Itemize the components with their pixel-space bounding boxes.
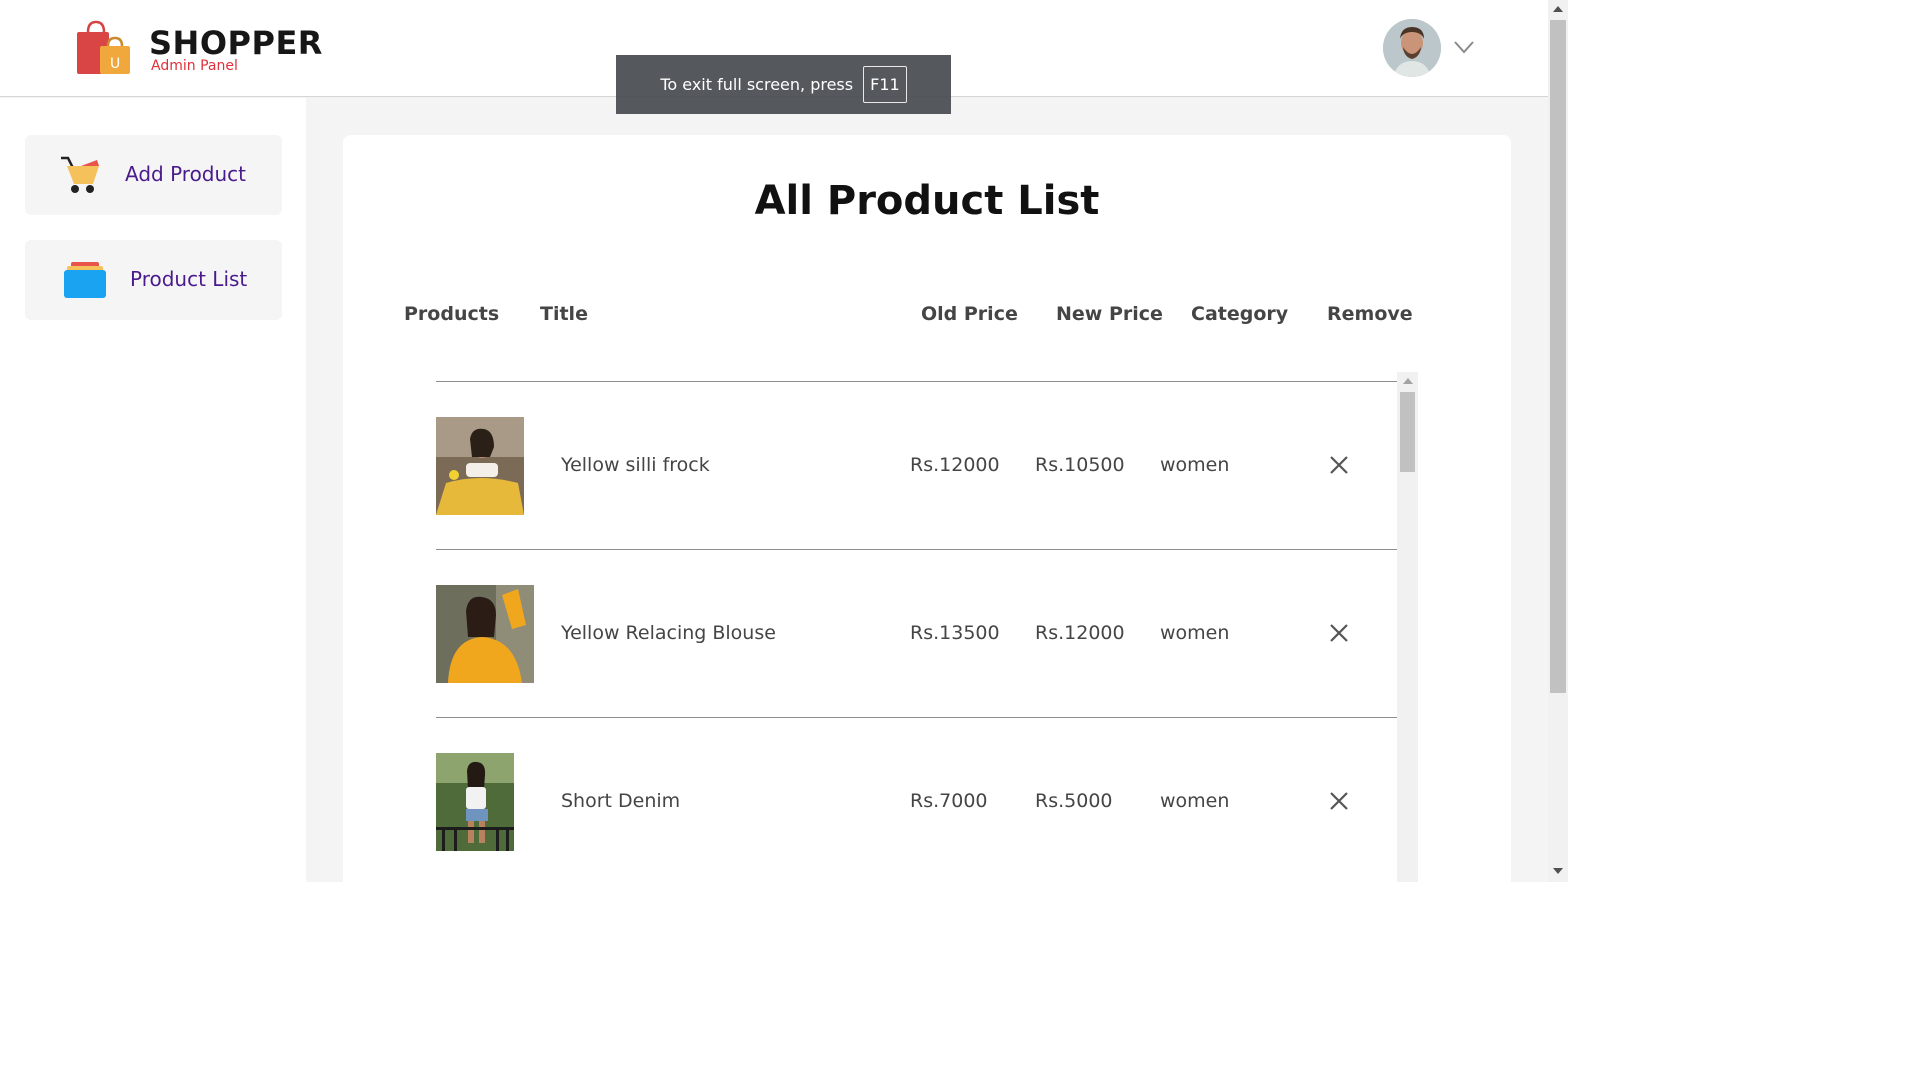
list-stack-icon — [64, 262, 106, 298]
scroll-up-arrow-icon[interactable] — [1553, 6, 1563, 12]
product-category: women — [1160, 454, 1230, 476]
product-new-price: Rs.5000 — [1035, 790, 1113, 812]
close-icon[interactable] — [1328, 454, 1350, 476]
product-image — [436, 585, 534, 683]
product-category: women — [1160, 622, 1230, 644]
column-header-old-price: Old Price — [921, 303, 1018, 325]
product-image — [436, 417, 524, 515]
sidebar-item-label: Add Product — [125, 162, 247, 186]
page-scrollbar[interactable] — [1548, 0, 1568, 882]
scroll-up-arrow-icon[interactable] — [1403, 378, 1413, 384]
close-icon[interactable] — [1328, 622, 1350, 644]
product-new-price: Rs.12000 — [1035, 622, 1125, 644]
table-row: Short Denim Rs.7000 Rs.5000 women — [436, 717, 1397, 882]
shopping-bag-logo-icon: U — [77, 20, 130, 74]
product-list[interactable]: Yellow silli frock Rs.12000 Rs.10500 wom… — [436, 372, 1418, 882]
product-image — [436, 753, 514, 851]
table-row: Yellow silli frock Rs.12000 Rs.10500 wom… — [436, 381, 1397, 549]
product-old-price: Rs.7000 — [910, 790, 988, 812]
product-thumbnail-icon — [436, 417, 524, 515]
product-old-price: Rs.12000 — [910, 454, 1000, 476]
product-thumbnail-icon — [436, 585, 534, 683]
sidebar-item-add-product[interactable]: Add Product — [25, 135, 282, 215]
product-title: Short Denim — [561, 790, 681, 812]
brand-title: SHOPPER — [149, 24, 323, 62]
product-title: Yellow silli frock — [561, 454, 710, 476]
avatar-icon — [1383, 19, 1441, 77]
product-thumbnail-icon — [436, 753, 514, 851]
fullscreen-message: To exit full screen, press — [660, 75, 854, 94]
sidebar: Add Product Product List — [0, 98, 306, 882]
close-icon[interactable] — [1328, 790, 1350, 812]
svg-text:U: U — [110, 56, 120, 72]
scroll-down-arrow-icon[interactable] — [1553, 868, 1563, 874]
product-category: women — [1160, 790, 1230, 812]
chevron-down-icon[interactable] — [1453, 38, 1475, 56]
product-old-price: Rs.13500 — [910, 622, 1000, 644]
fullscreen-toast: To exit full screen, press F11 — [616, 55, 951, 114]
column-header-new-price: New Price — [1056, 303, 1163, 325]
list-scrollbar-thumb[interactable] — [1400, 392, 1415, 472]
column-header-title: Title — [540, 303, 588, 325]
user-avatar[interactable] — [1383, 19, 1441, 77]
table-row: Yellow Relacing Blouse Rs.13500 Rs.12000… — [436, 549, 1397, 717]
product-new-price: Rs.10500 — [1035, 454, 1125, 476]
list-scrollbar[interactable] — [1397, 372, 1418, 882]
column-header-category: Category — [1191, 303, 1289, 325]
column-header-products: Products — [404, 303, 500, 325]
sidebar-item-label: Product List — [130, 267, 248, 291]
product-title: Yellow Relacing Blouse — [561, 622, 776, 644]
column-header-remove: Remove — [1327, 303, 1413, 325]
page-title: All Product List — [754, 178, 1100, 224]
fullscreen-key: F11 — [863, 66, 907, 103]
brand-subtitle: Admin Panel — [151, 58, 238, 74]
cart-icon — [61, 156, 99, 193]
sidebar-item-product-list[interactable]: Product List — [25, 240, 282, 320]
page-scrollbar-thumb[interactable] — [1550, 20, 1566, 693]
